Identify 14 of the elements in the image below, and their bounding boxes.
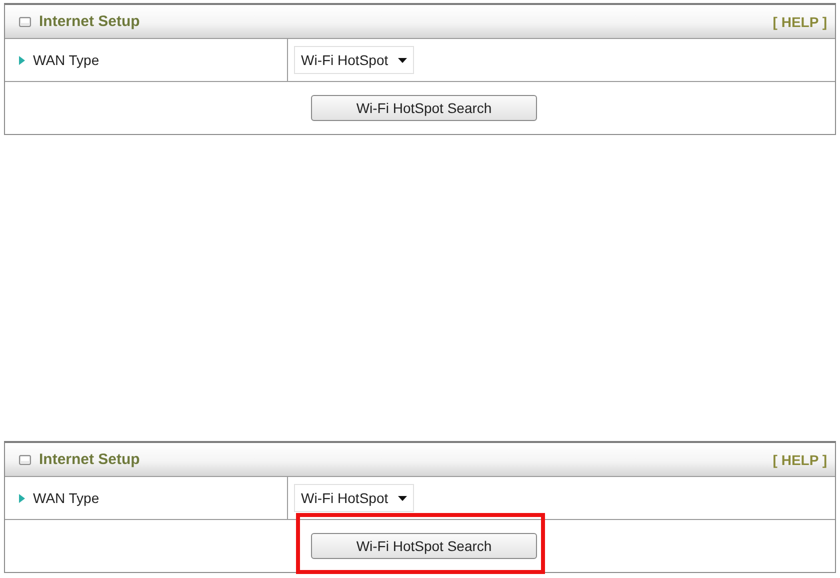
caret-icon xyxy=(398,496,408,500)
hotspot-search-button[interactable]: Wi-Fi HotSpot Search xyxy=(311,95,537,121)
wan-type-dropdown[interactable]: Wi-Fi HotSpot xyxy=(294,484,414,512)
field-label: WAN Type xyxy=(33,490,100,506)
bullet-icon xyxy=(19,494,25,502)
window-icon xyxy=(19,16,31,26)
window-icon xyxy=(19,454,31,464)
panel-title: Internet Setup xyxy=(39,451,140,468)
wan-type-dropdown[interactable]: Wi-Fi HotSpot xyxy=(294,46,414,74)
panel-title: Internet Setup xyxy=(39,13,140,30)
bullet-icon xyxy=(19,56,25,64)
hotspot-search-button[interactable]: Wi-Fi HotSpot Search xyxy=(311,533,537,559)
field-label: WAN Type xyxy=(33,52,100,68)
caret-icon xyxy=(398,58,408,62)
